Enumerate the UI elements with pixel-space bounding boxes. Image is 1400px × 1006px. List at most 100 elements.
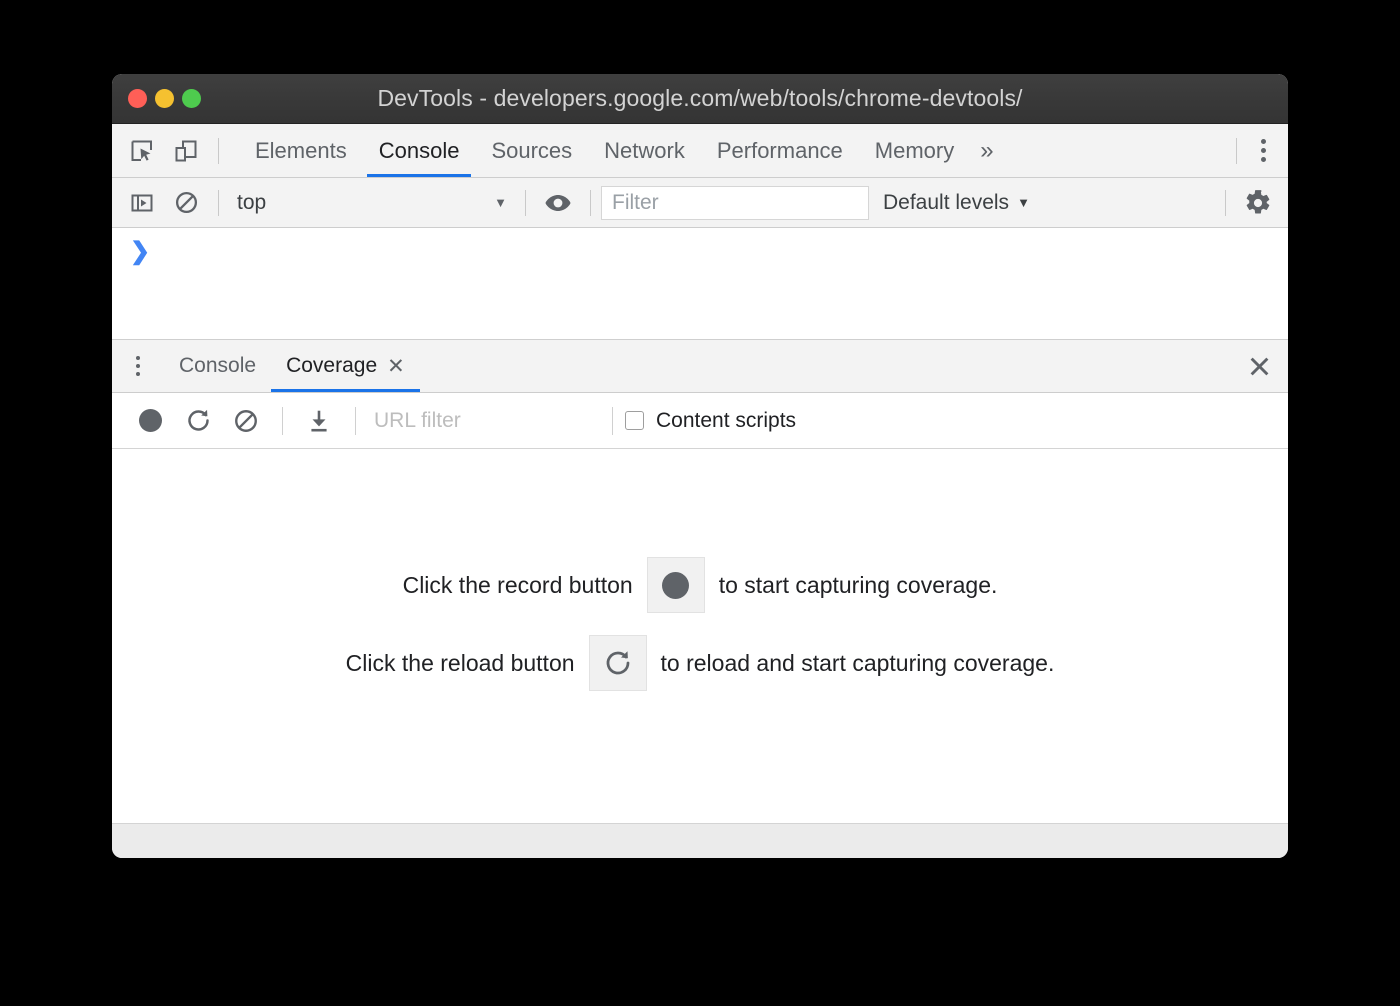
coverage-url-filter-input[interactable]: URL filter	[368, 409, 600, 433]
tab-performance-label: Performance	[717, 138, 843, 164]
coverage-toolbar-divider-1	[282, 407, 283, 435]
record-button-icon	[662, 572, 689, 599]
devtools-window: DevTools - developers.google.com/web/too…	[112, 74, 1288, 858]
tab-elements-label: Elements	[255, 138, 347, 164]
chevron-double-right-icon: »	[980, 137, 993, 165]
kebab-dot	[136, 372, 140, 376]
console-toolbar: top ▼ Filter Default levels ▼	[112, 178, 1288, 228]
tab-console[interactable]: Console	[363, 124, 476, 177]
tab-sources-label: Sources	[491, 138, 572, 164]
maximize-window-button[interactable]	[182, 89, 201, 108]
chevron-down-icon: ▼	[1017, 195, 1030, 210]
console-toolbar-divider-1	[218, 190, 219, 216]
content-scripts-toggle[interactable]: Content scripts	[625, 409, 796, 433]
content-scripts-label: Content scripts	[656, 409, 796, 433]
inspect-element-icon	[129, 138, 155, 164]
reload-button-icon	[603, 648, 633, 678]
device-toolbar-icon	[173, 138, 199, 164]
kebab-dot	[1261, 157, 1266, 162]
window-titlebar: DevTools - developers.google.com/web/too…	[112, 74, 1288, 124]
drawer-tabbar: Console Coverage ✕	[112, 340, 1288, 393]
console-prompt-chevron-icon: ❯	[130, 238, 150, 265]
coverage-toolbar-divider-2	[355, 407, 356, 435]
close-coverage-tab-icon[interactable]: ✕	[387, 356, 405, 377]
settings-gear-icon	[1244, 189, 1272, 217]
coverage-record-button[interactable]	[126, 399, 174, 443]
clear-coverage-icon	[233, 408, 259, 434]
record-button-icon	[139, 409, 162, 432]
content-scripts-checkbox[interactable]	[625, 411, 644, 430]
coverage-empty-state: Click the record button to start capturi…	[112, 449, 1288, 799]
coverage-hint-record-button[interactable]	[647, 557, 705, 613]
kebab-dot	[1261, 139, 1266, 144]
reload-button-icon	[185, 407, 212, 434]
console-sidebar-toggle-button[interactable]	[120, 182, 164, 224]
panel-tabs: Elements Console Sources Network Perform…	[239, 124, 1004, 177]
console-filter-placeholder: Filter	[612, 191, 659, 215]
screenshot-root: DevTools - developers.google.com/web/too…	[0, 0, 1400, 1006]
chevron-down-icon: ▼	[494, 195, 507, 210]
drawer-more-options-button[interactable]	[112, 340, 164, 392]
execution-context-selector[interactable]: top ▼	[229, 188, 515, 218]
tab-performance[interactable]: Performance	[701, 124, 859, 177]
drawer-tab-coverage[interactable]: Coverage ✕	[271, 340, 420, 392]
coverage-hint-record-suffix: to start capturing coverage.	[719, 572, 998, 599]
tab-network[interactable]: Network	[588, 124, 701, 177]
console-sidebar-icon	[130, 191, 154, 215]
devtools-main-toolbar: Elements Console Sources Network Perform…	[112, 124, 1288, 178]
customize-devtools-button[interactable]	[1247, 139, 1280, 162]
tab-memory-label: Memory	[875, 138, 954, 164]
inspect-element-button[interactable]	[120, 130, 164, 172]
drawer-tab-coverage-label: Coverage	[286, 354, 377, 378]
eye-icon	[544, 193, 572, 213]
kebab-dot	[136, 356, 140, 360]
close-drawer-button[interactable]	[1230, 340, 1288, 392]
kebab-dot	[1261, 148, 1266, 153]
coverage-toolbar-divider-3	[612, 407, 613, 435]
console-toolbar-divider-2	[525, 190, 526, 216]
kebab-dot	[136, 364, 140, 368]
console-toolbar-divider-4	[1225, 190, 1226, 216]
drawer-tab-console[interactable]: Console	[164, 340, 271, 392]
close-icon	[1246, 353, 1273, 380]
console-log-levels-label: Default levels	[883, 191, 1009, 215]
close-window-button[interactable]	[128, 89, 147, 108]
toggle-device-toolbar-button[interactable]	[164, 130, 208, 172]
window-statusbar	[112, 823, 1288, 858]
console-log-levels-selector[interactable]: Default levels ▼	[869, 191, 1044, 215]
window-title: DevTools - developers.google.com/web/too…	[112, 85, 1288, 112]
coverage-hint-reload-suffix: to reload and start capturing coverage.	[661, 650, 1055, 677]
console-toolbar-right	[1215, 182, 1288, 224]
console-filter-input[interactable]: Filter	[601, 186, 869, 220]
main-toolbar-right	[1226, 138, 1288, 164]
coverage-export-button[interactable]	[295, 399, 343, 443]
toolbar-divider-right	[1236, 138, 1237, 164]
coverage-hint-record: Click the record button to start capturi…	[403, 557, 998, 613]
clear-console-icon	[174, 190, 199, 215]
more-tabs-button[interactable]: »	[970, 124, 1003, 177]
execution-context-value: top	[237, 191, 266, 215]
tab-console-label: Console	[379, 138, 460, 164]
console-settings-button[interactable]	[1236, 182, 1280, 224]
coverage-hint-reload: Click the reload button to reload and st…	[346, 635, 1055, 691]
coverage-hint-reload-button[interactable]	[589, 635, 647, 691]
minimize-window-button[interactable]	[155, 89, 174, 108]
console-toolbar-divider-3	[590, 190, 591, 216]
coverage-clear-button[interactable]	[222, 399, 270, 443]
tab-memory[interactable]: Memory	[859, 124, 970, 177]
tab-elements[interactable]: Elements	[239, 124, 363, 177]
coverage-hint-reload-prefix: Click the reload button	[346, 650, 575, 677]
window-traffic-lights	[128, 74, 201, 123]
clear-console-button[interactable]	[164, 182, 208, 224]
tab-sources[interactable]: Sources	[475, 124, 588, 177]
coverage-url-filter-placeholder: URL filter	[374, 409, 461, 432]
toolbar-divider	[218, 138, 219, 164]
coverage-hint-record-prefix: Click the record button	[403, 572, 633, 599]
create-live-expression-button[interactable]	[536, 182, 580, 224]
console-output-area[interactable]: ❯	[112, 228, 1288, 340]
coverage-toolbar: URL filter Content scripts	[112, 393, 1288, 449]
drawer-tab-console-label: Console	[179, 354, 256, 378]
tab-network-label: Network	[604, 138, 685, 164]
download-export-icon	[306, 408, 332, 434]
coverage-reload-button[interactable]	[174, 399, 222, 443]
